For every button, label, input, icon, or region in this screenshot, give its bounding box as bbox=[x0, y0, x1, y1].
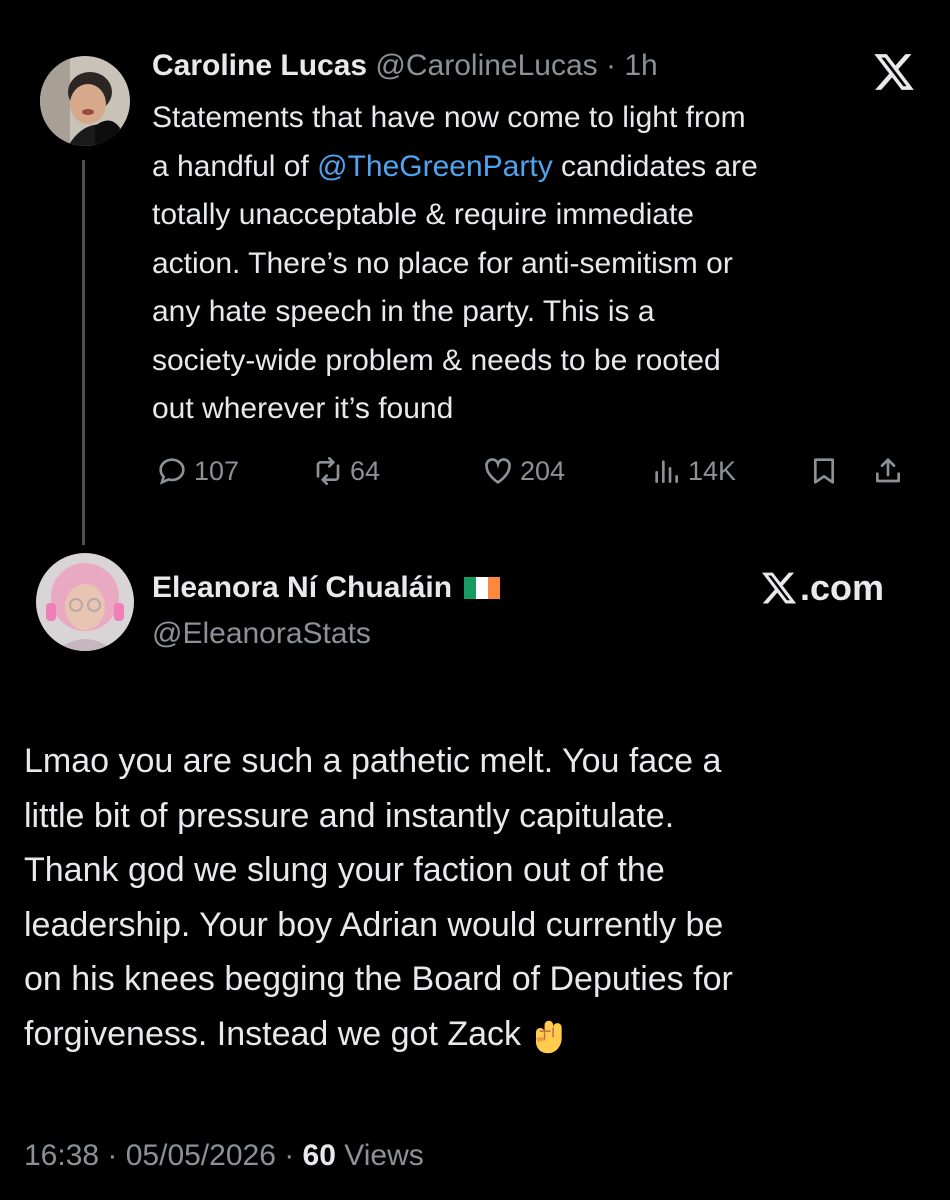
reply-button[interactable]: 107 bbox=[156, 449, 239, 493]
avatar-eleanora-image bbox=[36, 553, 134, 651]
like-button[interactable]: 204 bbox=[482, 449, 565, 493]
reply-footer: 16:38 · 05/05/2026 · 60 Views bbox=[24, 1134, 424, 1178]
views-label: Views bbox=[335, 1139, 424, 1172]
reply-count: 107 bbox=[194, 455, 240, 486]
views-total: 60 bbox=[302, 1139, 336, 1172]
avatar-eleanora[interactable] bbox=[36, 553, 134, 651]
tweet-header: Caroline Lucas @CarolineLucas · 1h bbox=[152, 44, 658, 88]
views-button[interactable]: 14K bbox=[650, 449, 736, 493]
x-com-text: .com bbox=[800, 567, 885, 608]
bookmark-icon bbox=[814, 458, 834, 484]
repost-count: 64 bbox=[350, 455, 381, 486]
like-count: 204 bbox=[520, 455, 566, 486]
bookmark-button[interactable] bbox=[808, 449, 846, 493]
share-button[interactable] bbox=[872, 449, 910, 493]
views-count: 14K bbox=[688, 455, 737, 486]
reply-author-handle[interactable]: @EleanoraStats bbox=[152, 612, 371, 656]
analytics-icon bbox=[655, 460, 678, 483]
repost-button[interactable]: 64 bbox=[312, 449, 380, 493]
tweet-text: Statements that have now come to light f… bbox=[152, 94, 932, 434]
reply-text: Lmao you are such a pathetic melt. You f… bbox=[24, 734, 934, 1061]
repost-icon bbox=[316, 457, 340, 485]
tweet-text-after: candidates are totally unacceptable & re… bbox=[152, 149, 758, 426]
thread-connector-line bbox=[82, 160, 85, 545]
author-name[interactable]: Caroline Lucas bbox=[152, 49, 367, 82]
tweet-actions: 107 64 204 14K bbox=[152, 449, 912, 493]
reply-icon bbox=[159, 458, 185, 485]
header-separator: · bbox=[597, 49, 625, 82]
raised-fist-emoji-icon bbox=[536, 1020, 562, 1053]
heart-icon bbox=[485, 458, 511, 484]
x-logo-icon bbox=[874, 54, 914, 90]
mention-link[interactable]: @TheGreenParty bbox=[317, 150, 553, 183]
x-logo-watermark-icon bbox=[761, 572, 797, 604]
x-com-watermark: .com bbox=[760, 566, 884, 610]
ireland-flag-icon bbox=[464, 577, 501, 599]
reply-text-body: Lmao you are such a pathetic melt. You f… bbox=[24, 742, 733, 1053]
reply-author-name[interactable]: Eleanora Ní Chualáin bbox=[152, 566, 452, 610]
share-icon bbox=[876, 458, 900, 483]
avatar-caroline-lucas[interactable] bbox=[40, 56, 130, 146]
timestamp[interactable]: 16:38 · 05/05/2026 · bbox=[24, 1139, 303, 1172]
tweet-time[interactable]: 1h bbox=[624, 49, 657, 82]
reply-author-row: Eleanora Ní Chualáin bbox=[152, 566, 501, 610]
author-handle[interactable]: @CarolineLucas bbox=[375, 49, 597, 82]
avatar-caroline-lucas-image bbox=[40, 56, 130, 146]
